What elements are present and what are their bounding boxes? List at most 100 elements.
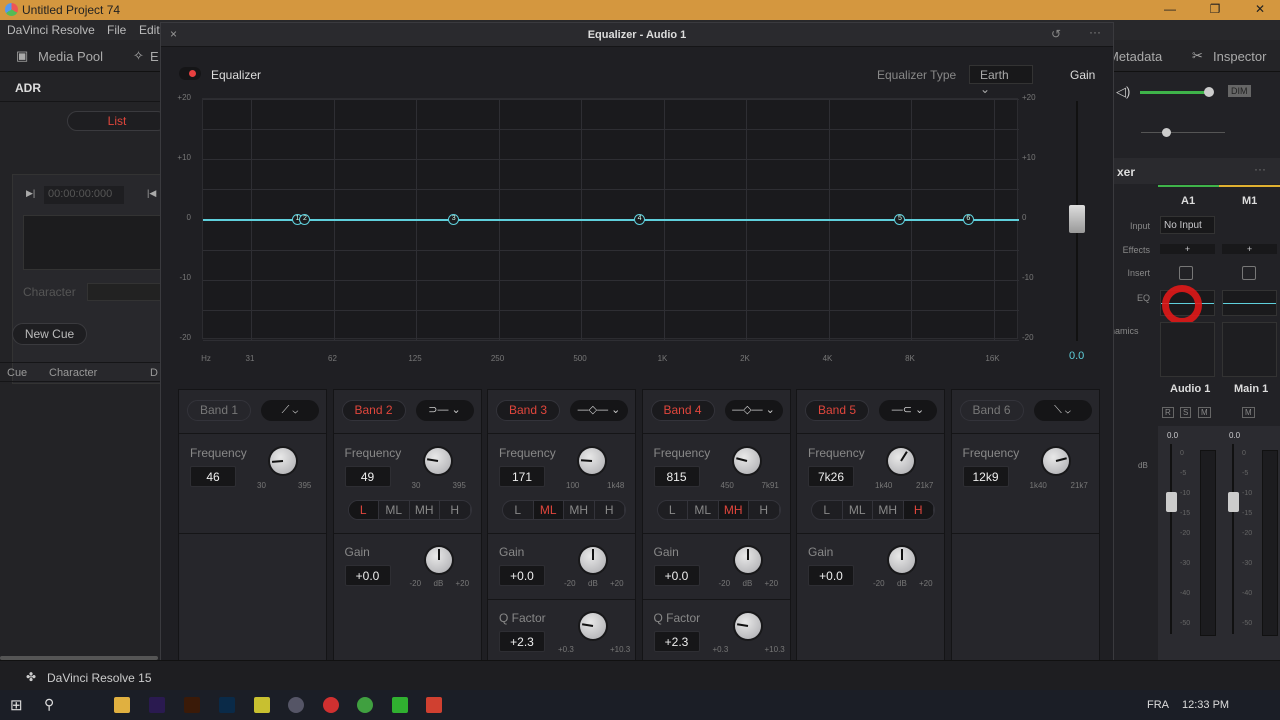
fader-a1[interactable] [1166,492,1177,512]
maximize-button[interactable]: ❐ [1205,2,1225,16]
band-type-L[interactable]: L [658,501,688,519]
after-effects-icon[interactable] [149,697,165,713]
mute-button-a1[interactable]: M [1198,407,1211,418]
close-window-button[interactable]: ✕ [1250,2,1270,16]
filter-type-dropdown[interactable]: —◇— ⌄ [570,400,628,421]
band-type-H[interactable]: H [749,501,780,519]
app-icon[interactable] [254,697,270,713]
prev-icon[interactable]: |◀ [147,188,156,199]
eq-graph[interactable]: 123456 [202,98,1019,341]
frequency-value[interactable]: 7k26 [808,466,854,487]
illustrator-icon[interactable] [184,697,200,713]
mute-button-m1[interactable]: M [1242,407,1255,418]
q-factor-value[interactable]: +2.3 [499,631,545,652]
monitor-volume-thumb[interactable] [1204,87,1214,97]
gain-knob[interactable] [889,547,915,573]
frequency-value[interactable]: 49 [344,466,391,487]
q-factor-knob[interactable] [580,613,606,639]
effects-button[interactable]: E [150,49,159,64]
gain-knob[interactable] [580,547,606,573]
frequency-value[interactable]: 12k9 [962,466,1009,487]
camtasia-icon[interactable] [392,697,408,713]
col-d[interactable]: D [150,367,158,379]
band-type-ML[interactable]: ML [533,501,564,519]
chrome-icon[interactable] [357,697,373,713]
frequency-knob[interactable] [733,448,760,474]
gain-value[interactable]: +0.0 [653,565,700,586]
band-type-L[interactable]: L [348,501,379,519]
band-toggle[interactable]: Band 1 [187,400,251,421]
insert-a1[interactable] [1179,266,1193,280]
col-cue[interactable]: Cue [7,367,27,379]
media-pool-button[interactable]: Media Pool [38,49,103,64]
more-options-icon[interactable]: ··· [1089,25,1101,39]
search-icon[interactable]: ⚲ [44,696,54,713]
eq-thumbnail-m1[interactable] [1222,290,1277,316]
gain-value[interactable]: +0.0 [499,565,545,586]
inspector-button[interactable]: Inspector [1213,49,1266,64]
horizontal-scrollbar[interactable] [0,656,158,660]
filter-type-dropdown[interactable]: ⟋ ⌄ [261,400,319,421]
band-type-H[interactable]: H [595,501,625,519]
explorer-icon[interactable] [114,697,130,713]
insert-m1[interactable] [1242,266,1256,280]
band-type-MH[interactable]: MH [718,501,749,519]
frequency-knob[interactable] [579,448,605,474]
band-toggle[interactable]: Band 5 [805,400,869,421]
band-type-ML[interactable]: ML [379,501,410,519]
gain-knob[interactable] [425,547,452,573]
pan-slider[interactable] [1162,128,1171,137]
gain-value[interactable]: +0.0 [344,565,391,586]
band-type-MH[interactable]: MH [564,501,595,519]
menu-davinci[interactable]: DaVinci Resolve [7,23,95,37]
q-factor-knob[interactable] [734,613,761,639]
q-factor-value[interactable]: +2.3 [653,631,700,652]
volume-icon[interactable]: ◁) [1116,84,1130,100]
band-node-4[interactable]: 4 [634,213,646,225]
frequency-knob[interactable] [888,448,914,474]
frequency-value[interactable]: 815 [653,466,700,487]
filter-type-dropdown[interactable]: —◇— ⌄ [724,400,783,421]
solo-button[interactable]: S [1180,407,1192,418]
band-node-5[interactable]: 5 [894,213,906,225]
band-type-MH[interactable]: MH [873,501,904,519]
band-type-L[interactable]: L [812,501,843,519]
clock[interactable]: 12:33 PM [1182,699,1229,711]
frequency-knob[interactable] [270,448,296,474]
frequency-knob[interactable] [1042,448,1069,474]
reset-icon[interactable]: ↺ [1051,27,1061,41]
play-icon[interactable]: ▶| [26,188,35,199]
character-input[interactable] [87,283,162,301]
menu-edit[interactable]: Edit [139,23,160,37]
col-character[interactable]: Character [49,367,97,379]
band-node-3[interactable]: 3 [448,213,460,225]
band-type-H[interactable]: H [903,501,934,519]
language-indicator[interactable]: FRA [1147,699,1169,711]
band-node-2[interactable]: 2 [299,213,311,225]
band-type-H[interactable]: H [440,501,471,519]
frequency-knob[interactable] [424,448,451,474]
band-node-6[interactable]: 6 [962,213,974,225]
band-toggle[interactable]: Band 2 [341,400,406,421]
frequency-value[interactable]: 46 [190,466,236,487]
filter-type-dropdown[interactable]: ⟍ ⌄ [1033,400,1092,421]
equalizer-type-dropdown[interactable]: Earth ⌄ [969,65,1033,96]
mixer-more-icon[interactable]: ··· [1254,162,1266,176]
recorder-icon[interactable] [426,697,442,713]
effects-add-a1[interactable]: + [1160,244,1215,254]
band-type-ML[interactable]: ML [843,501,873,519]
timecode-field[interactable]: 00:00:00:000 [44,186,124,204]
gain-value[interactable]: +0.0 [808,565,854,586]
record-button[interactable]: R [1162,407,1174,418]
frequency-value[interactable]: 171 [499,466,545,487]
dim-button[interactable]: DIM [1228,85,1251,97]
new-cue-button[interactable]: New Cue [12,323,87,345]
davinci-taskbar-icon[interactable] [288,697,304,713]
opera-icon[interactable] [323,697,339,713]
band-toggle[interactable]: Band 4 [650,400,715,421]
filter-type-dropdown[interactable]: —⊂ ⌄ [879,400,937,421]
band-toggle[interactable]: Band 3 [496,400,560,421]
fader-m1[interactable] [1228,492,1239,512]
equalizer-toggle[interactable] [179,67,201,80]
filter-type-dropdown[interactable]: ⊃— ⌄ [415,400,474,421]
